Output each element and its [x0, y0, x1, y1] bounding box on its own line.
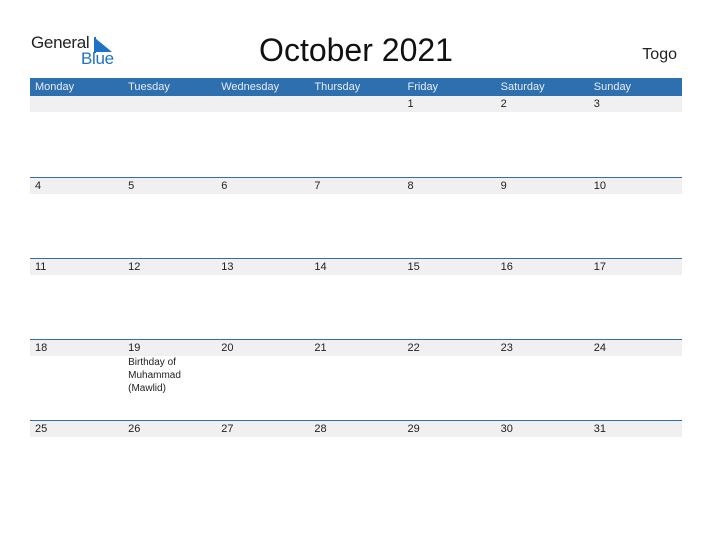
day-event	[403, 356, 496, 395]
day-number: 23	[500, 342, 513, 354]
week-row: 11 12 13 14 15 16 17	[30, 258, 682, 339]
day-number: 25	[35, 423, 48, 435]
weekday-thursday: Thursday	[314, 81, 361, 93]
day-number: 16	[500, 261, 513, 273]
day-number: 13	[221, 261, 234, 273]
day-number: 17	[593, 261, 606, 273]
day-number: 6	[221, 180, 228, 192]
day-number: 1	[407, 98, 414, 110]
day-number	[309, 96, 402, 112]
week-row: 4 5 6 7 8 9 10	[30, 177, 682, 258]
day-number: 27	[221, 423, 234, 435]
country-label: Togo	[642, 46, 677, 63]
day-number: 30	[500, 423, 513, 435]
day-number: 28	[314, 423, 327, 435]
day-number: 11	[35, 261, 47, 273]
day-number: 22	[407, 342, 420, 354]
weekday-tuesday: Tuesday	[128, 81, 170, 93]
day-number: 29	[407, 423, 420, 435]
date-bar: 4 5 6 7 8 9 10	[30, 178, 682, 194]
day-number: 9	[500, 180, 507, 192]
events-row: Birthday of Muhammad (Mawlid)	[30, 356, 682, 395]
day-number: 3	[593, 98, 600, 110]
weekday-monday: Monday	[35, 81, 75, 93]
week-row: 18 19 20 21 22 23 24 Birthday of Muhammad (Mawl…	[30, 339, 682, 420]
weekday-saturday: Saturday	[500, 81, 545, 93]
date-bar: 25 26 27 28 29 30 31	[30, 421, 682, 437]
day-number	[30, 96, 123, 112]
day-number: 12	[128, 261, 141, 273]
day-number: 31	[593, 423, 606, 435]
day-number: 10	[593, 180, 606, 192]
weekday-header: Monday Tuesday Wednesday Thursday Friday…	[30, 78, 682, 96]
weekday-wednesday: Wednesday	[221, 81, 280, 93]
day-number: 24	[593, 342, 606, 354]
day-number: 2	[500, 98, 507, 110]
day-number: 19	[128, 342, 141, 354]
calendar-grid: Monday Tuesday Wednesday Thursday Friday…	[30, 78, 682, 501]
day-event	[216, 356, 309, 395]
day-number: 7	[314, 180, 321, 192]
day-number: 15	[407, 261, 420, 273]
day-event: Birthday of Muhammad (Mawlid)	[128, 357, 181, 394]
date-bar: 18 19 20 21 22 23 24	[30, 340, 682, 356]
day-number: 18	[35, 342, 48, 354]
day-number	[216, 96, 309, 112]
week-row: 25 26 27 28 29 30 31	[30, 420, 682, 501]
day-event	[589, 356, 682, 395]
day-event	[30, 356, 123, 395]
day-number: 8	[407, 180, 414, 192]
day-number: 21	[314, 342, 327, 354]
day-number: 26	[128, 423, 141, 435]
day-event	[496, 356, 589, 395]
day-number: 14	[314, 261, 327, 273]
weekday-friday: Friday	[407, 81, 439, 93]
date-bar: 1 2 3	[30, 96, 682, 112]
week-row: 1 2 3	[30, 96, 682, 177]
day-number: 20	[221, 342, 234, 354]
weekday-sunday: Sunday	[593, 81, 632, 93]
day-number: 5	[128, 180, 135, 192]
day-event	[309, 356, 402, 395]
calendar-title: October 2021	[259, 32, 453, 68]
day-number: 4	[35, 180, 42, 192]
day-number	[123, 96, 216, 112]
date-bar: 11 12 13 14 15 16 17	[30, 259, 682, 275]
